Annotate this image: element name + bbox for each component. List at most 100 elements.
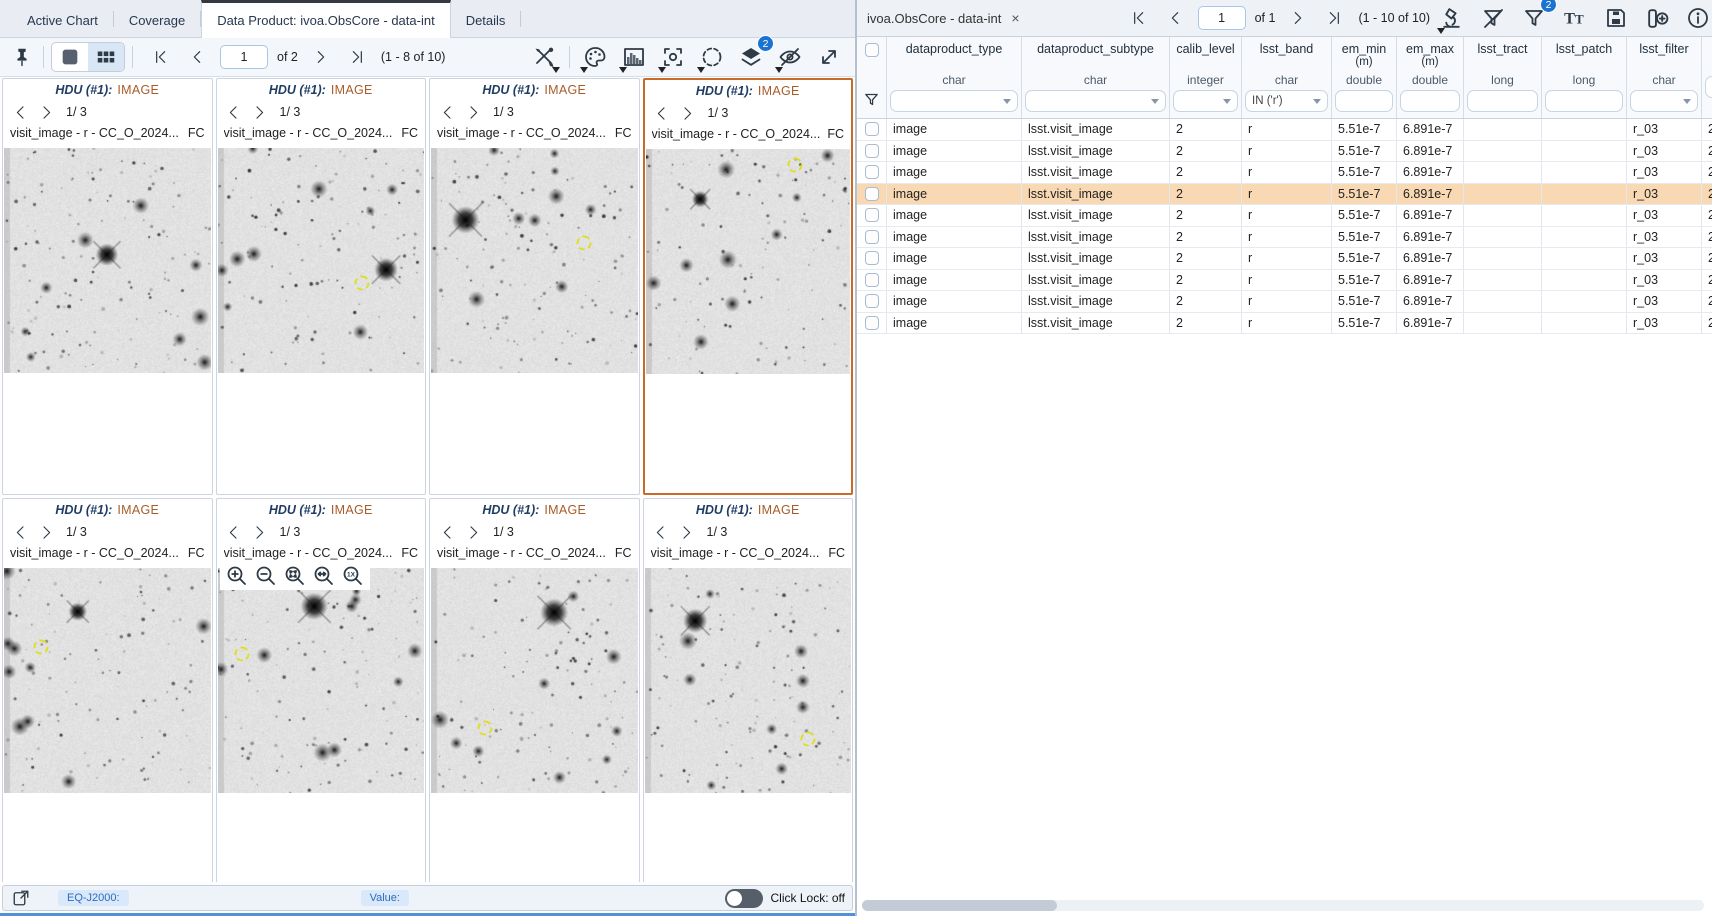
- next-hdu-icon[interactable]: [676, 522, 698, 542]
- image-display[interactable]: [646, 149, 851, 374]
- next-hdu-icon[interactable]: [35, 102, 57, 122]
- row-checkbox[interactable]: [865, 165, 879, 179]
- filter-em_max[interactable]: [1400, 90, 1460, 112]
- recenter-icon[interactable]: [659, 43, 687, 71]
- table-row[interactable]: imagelsst.visit_image2r5.51e-76.891e-7r_…: [857, 227, 1712, 249]
- data-product-viewer-icon[interactable]: [1438, 4, 1466, 32]
- row-checkbox[interactable]: [865, 144, 879, 158]
- prev-page-icon[interactable]: [1161, 4, 1189, 32]
- clear-filters-icon[interactable]: [1479, 4, 1507, 32]
- first-page-icon[interactable]: [146, 43, 174, 71]
- filter-lsst_band[interactable]: IN ('r'): [1245, 90, 1328, 112]
- histogram-stretch-icon[interactable]: [620, 43, 648, 71]
- next-page-icon[interactable]: [307, 43, 335, 71]
- last-page-icon[interactable]: [1321, 4, 1349, 32]
- save-icon[interactable]: [1602, 4, 1630, 32]
- prev-hdu-icon[interactable]: [9, 522, 31, 542]
- table-row[interactable]: imagelsst.visit_image2r5.51e-76.891e-7r_…: [857, 205, 1712, 227]
- prev-hdu-icon[interactable]: [436, 522, 458, 542]
- layers-icon[interactable]: 2: [737, 43, 765, 71]
- prev-hdu-icon[interactable]: [9, 102, 31, 122]
- star-image-canvas[interactable]: [218, 568, 425, 793]
- image-display[interactable]: [4, 568, 211, 793]
- image-display[interactable]: [431, 568, 638, 793]
- tab-coverage[interactable]: Coverage: [114, 0, 200, 37]
- image-panel[interactable]: HDU (#1):IMAGE 1/ 3 visit_image - r - CC…: [2, 498, 213, 882]
- column-header-em_max[interactable]: em_max(m)double: [1397, 37, 1464, 118]
- close-icon[interactable]: ×: [1011, 10, 1019, 26]
- star-image-canvas[interactable]: [4, 148, 211, 373]
- table-row[interactable]: imagelsst.visit_image2r5.51e-76.891e-7r_…: [857, 313, 1712, 335]
- zoom-fit-icon[interactable]: [283, 564, 307, 588]
- table-row[interactable]: imagelsst.visit_image2r5.51e-76.891e-7r_…: [857, 291, 1712, 313]
- next-page-icon[interactable]: [1284, 4, 1312, 32]
- table-row[interactable]: imagelsst.visit_image2r5.51e-76.891e-7r_…: [857, 270, 1712, 292]
- filter-lsst_patch[interactable]: [1545, 90, 1623, 112]
- zoom-in-icon[interactable]: [225, 564, 249, 588]
- image-panel[interactable]: HDU (#1):IMAGE 1/ 3 visit_image - r - CC…: [429, 78, 640, 495]
- star-image-canvas[interactable]: [646, 149, 851, 374]
- column-header-dataproduct_subtype[interactable]: dataproduct_subtypechar: [1022, 37, 1170, 118]
- column-header-dataproduct_type[interactable]: dataproduct_typechar: [887, 37, 1022, 118]
- add-column-icon[interactable]: [1643, 4, 1671, 32]
- column-header-lsst_band[interactable]: lsst_bandcharIN ('r'): [1242, 37, 1332, 118]
- filter-lsst_filter[interactable]: [1630, 90, 1698, 112]
- table-row[interactable]: imagelsst.visit_image2r5.51e-76.891e-7r_…: [857, 119, 1712, 141]
- page-number-input[interactable]: [1198, 6, 1246, 30]
- column-name[interactable]: em_min(m): [1342, 40, 1386, 72]
- row-checkbox[interactable]: [865, 273, 879, 287]
- column-header-lsst_filter[interactable]: lsst_filterchar: [1627, 37, 1702, 118]
- next-hdu-icon[interactable]: [35, 522, 57, 542]
- star-image-canvas[interactable]: [431, 568, 638, 793]
- table-row[interactable]: imagelsst.visit_image2r5.51e-76.891e-7r_…: [857, 184, 1712, 206]
- filter-em_min[interactable]: [1335, 90, 1393, 112]
- tab-data-product[interactable]: Data Product: ivoa.ObsCore - data-int: [201, 0, 451, 38]
- image-panel[interactable]: HDU (#1):IMAGE 1/ 3 visit_image - r - CC…: [643, 498, 854, 882]
- scrollbar-thumb[interactable]: [862, 900, 1057, 911]
- next-hdu-icon[interactable]: [677, 103, 699, 123]
- image-panel[interactable]: HDU (#1):IMAGE 1/ 3 visit_image - r - CC…: [643, 78, 854, 495]
- next-hdu-icon[interactable]: [462, 102, 484, 122]
- tools-icon[interactable]: [530, 43, 558, 71]
- prev-page-icon[interactable]: [183, 43, 211, 71]
- column-header-lsst_tract[interactable]: lsst_tractlong: [1464, 37, 1542, 118]
- column-name[interactable]: lsst_tract: [1477, 40, 1527, 72]
- prev-hdu-icon[interactable]: [650, 522, 672, 542]
- row-checkbox[interactable]: [865, 251, 879, 265]
- image-display[interactable]: [431, 148, 638, 373]
- prev-hdu-icon[interactable]: [223, 522, 245, 542]
- column-name[interactable]: dataproduct_type: [906, 40, 1003, 72]
- star-image-canvas[interactable]: [4, 568, 211, 793]
- column-header-lsst_patch[interactable]: lsst_patchlong: [1542, 37, 1627, 118]
- image-panel[interactable]: HDU (#1):IMAGE 1/ 3 visit_image - r - CC…: [216, 78, 427, 495]
- column-name[interactable]: lsst_band: [1260, 40, 1314, 72]
- image-display[interactable]: [218, 148, 425, 373]
- row-checkbox[interactable]: [865, 230, 879, 244]
- text-view-icon[interactable]: TT: [1561, 4, 1589, 32]
- column-header-calib_level[interactable]: calib_levelinteger: [1170, 37, 1242, 118]
- filters-icon[interactable]: 2: [1520, 4, 1548, 32]
- hide-overlays-icon[interactable]: [776, 43, 804, 71]
- image-panel[interactable]: HDU (#1):IMAGE 1/ 3 visit_image - r - CC…: [216, 498, 427, 882]
- column-name[interactable]: dataproduct_subtype: [1037, 40, 1154, 72]
- grid-view-button[interactable]: [88, 43, 124, 71]
- row-checkbox[interactable]: [865, 122, 879, 136]
- filter-dataproduct_type[interactable]: [890, 90, 1018, 112]
- table-row[interactable]: imagelsst.visit_image2r5.51e-76.891e-7r_…: [857, 141, 1712, 163]
- tab-details[interactable]: Details: [451, 0, 521, 37]
- image-display[interactable]: 1X: [218, 568, 425, 793]
- zoom-fill-icon[interactable]: [312, 564, 336, 588]
- filter-row-icon[interactable]: [863, 91, 880, 108]
- select-region-icon[interactable]: [698, 43, 726, 71]
- click-lock-toggle[interactable]: [725, 889, 763, 908]
- select-all-checkbox[interactable]: [865, 43, 879, 57]
- next-hdu-icon[interactable]: [249, 102, 271, 122]
- filter-dataproduct_subtype[interactable]: [1025, 90, 1166, 112]
- expand-icon[interactable]: [815, 43, 843, 71]
- table-row[interactable]: imagelsst.visit_image2r5.51e-76.891e-7r_…: [857, 248, 1712, 270]
- filter-lsst_tract[interactable]: [1467, 90, 1538, 112]
- column-name[interactable]: lsst_patch: [1556, 40, 1612, 72]
- last-page-icon[interactable]: [344, 43, 372, 71]
- open-in-new-icon[interactable]: [10, 887, 32, 909]
- column-name[interactable]: em_max(m): [1406, 40, 1454, 72]
